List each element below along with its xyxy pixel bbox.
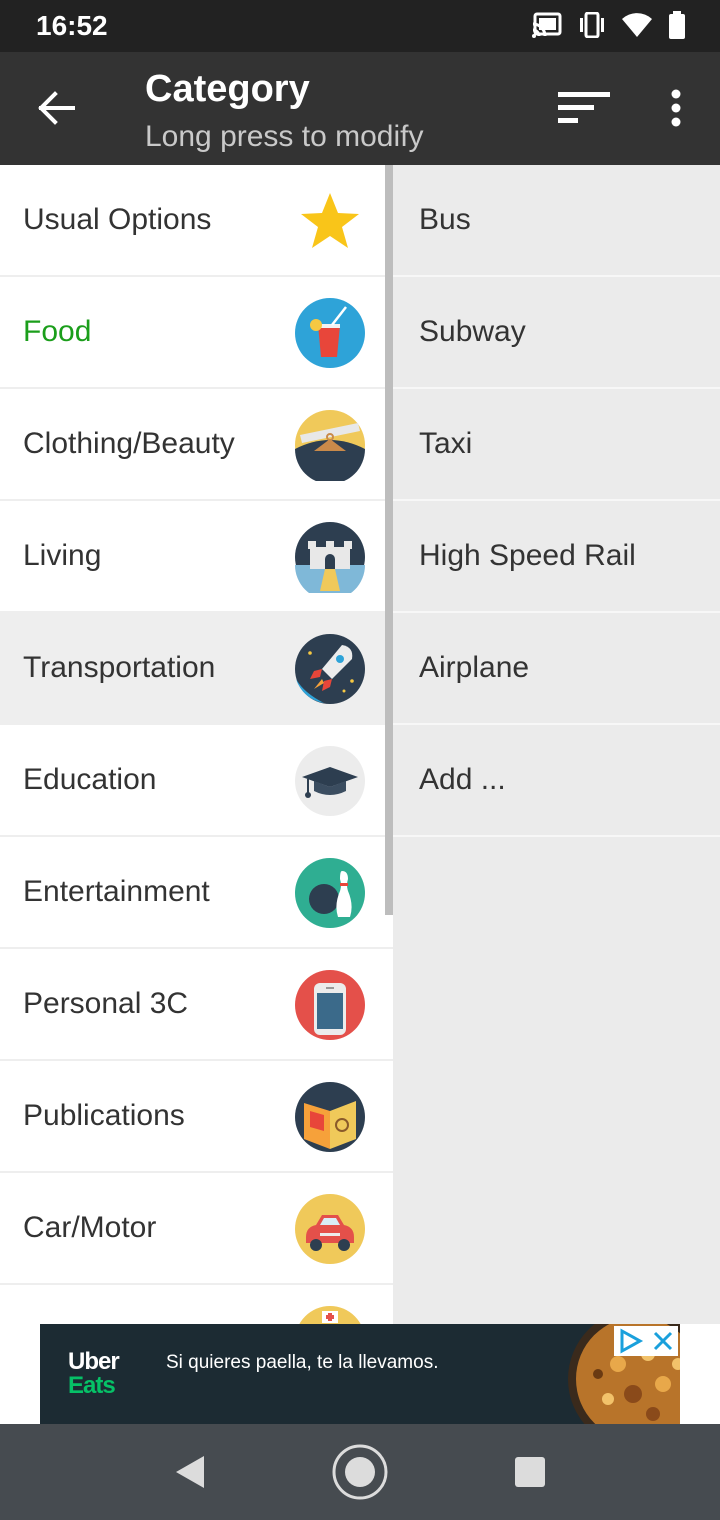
page-title: Category [145,68,310,110]
ad-close-icon[interactable] [648,1326,678,1356]
star-icon [294,185,366,257]
nav-back-button[interactable] [170,1452,210,1492]
subcategory-label: Bus [419,203,471,236]
circle-home-icon [332,1444,388,1500]
category-row-publications[interactable]: Publications [0,1061,393,1173]
status-time: 16:52 [36,10,108,41]
category-row-transportation[interactable]: Transportation [0,613,393,725]
category-label: Education [23,763,157,796]
category-list: Usual Options Food Clothing/Beauty Livin… [0,165,393,1324]
category-label: Publications [23,1099,185,1132]
category-label: Usual Options [23,203,212,236]
subcategory-list: Bus Subway Taxi High Speed Rail Airplane… [393,165,720,1324]
add-subcategory-button[interactable]: Add ... [393,725,720,837]
category-row-clothing-beauty[interactable]: Clothing/Beauty [0,389,393,501]
category-label: Clothing/Beauty [23,427,235,460]
ad-margin-left [0,1324,40,1424]
subcategory-label: Add ... [419,763,506,796]
subcategory-label: Airplane [419,651,530,684]
status-icons [532,10,686,44]
car-icon [294,1193,366,1265]
app-bar: Category Long press to modify [0,52,720,165]
wifi-icon [622,12,652,43]
bowling-icon [294,857,366,929]
category-row-usual-options[interactable]: Usual Options [0,165,393,277]
back-button[interactable] [30,82,82,134]
ad-banner[interactable]: Uber Eats Si quieres paella, te la lleva… [40,1324,680,1424]
ad-text: Si quieres paella, te la llevamos. [166,1352,439,1373]
more-vert-icon [671,89,681,127]
more-options-button[interactable] [660,86,692,130]
triangle-back-icon [176,1456,204,1488]
category-row-partial [0,1285,393,1324]
vibrate-icon [578,11,606,43]
rocket-icon [294,633,366,705]
category-row-car-motor[interactable]: Car/Motor [0,1173,393,1285]
category-row-entertainment[interactable]: Entertainment [0,837,393,949]
nav-recents-button[interactable] [512,1454,548,1490]
system-nav-bar [0,1424,720,1520]
cast-icon [532,12,562,43]
category-label: Car/Motor [23,1211,157,1244]
status-bar: 16:52 [0,0,720,52]
phone-icon [294,969,366,1041]
square-recents-icon [515,1457,545,1487]
ad-brand-logo-sub: Eats [68,1372,116,1399]
medical-icon [294,1305,366,1324]
category-label: Personal 3C [23,987,189,1020]
battery-icon [668,10,686,44]
category-row-food[interactable]: Food [0,277,393,389]
category-row-living[interactable]: Living [0,501,393,613]
ad-margin-right [680,1324,720,1424]
category-row-personal-3c[interactable]: Personal 3C [0,949,393,1061]
subcategory-label: High Speed Rail [419,539,636,572]
category-label: Entertainment [23,875,210,908]
page-subtitle: Long press to modify [145,120,424,153]
arrow-left-icon [38,91,75,125]
castle-icon [294,521,366,593]
category-row-education[interactable]: Education [0,725,393,837]
hanger-icon [294,409,366,481]
subcategory-row-high-speed-rail[interactable]: High Speed Rail [393,501,720,613]
subcategory-row-subway[interactable]: Subway [393,277,720,389]
subcategory-label: Taxi [419,427,473,460]
subcategory-row-taxi[interactable]: Taxi [393,389,720,501]
subcategory-row-airplane[interactable]: Airplane [393,613,720,725]
subcategory-row-bus[interactable]: Bus [393,165,720,277]
nav-home-button[interactable] [330,1442,390,1502]
category-label: Food [23,315,92,348]
sort-button[interactable] [552,86,616,130]
subcategory-label: Subway [419,315,526,348]
graduation-cap-icon [294,745,366,817]
category-label: Transportation [23,651,216,684]
sort-icon [558,92,610,123]
category-label: Living [23,539,102,572]
drink-icon [294,297,366,369]
ad-choices-icon[interactable] [614,1326,648,1356]
scrollbar-thumb[interactable] [385,165,393,915]
book-icon [294,1081,366,1153]
